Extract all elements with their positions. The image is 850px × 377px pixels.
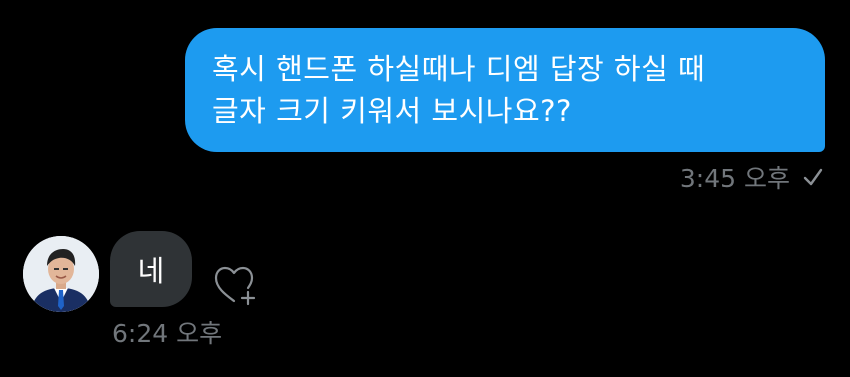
outgoing-message-meta: 3:45 오후 <box>680 160 824 194</box>
incoming-message-text: 네 <box>137 254 165 288</box>
incoming-message-meta: 6:24 오후 <box>112 315 222 349</box>
outgoing-message-bubble[interactable]: 혹시 핸드폰 하실때나 디엠 답장 하실 때 글자 크기 키워서 보시나요?? <box>185 28 825 152</box>
outgoing-message-line-1: 혹시 핸드폰 하실때나 디엠 답장 하실 때 <box>212 52 706 86</box>
conversation: 혹시 핸드폰 하실때나 디엠 답장 하실 때 글자 크기 키워서 보시나요?? … <box>0 0 850 377</box>
incoming-message-bubble[interactable]: 네 <box>110 231 192 307</box>
outgoing-timestamp: 3:45 오후 <box>679 164 790 193</box>
outgoing-message-line-2: 글자 크기 키워서 보시나요?? <box>212 94 572 128</box>
check-icon <box>803 168 823 186</box>
avatar-image <box>23 236 99 312</box>
heart-add-icon[interactable] <box>212 264 262 306</box>
avatar[interactable] <box>23 236 99 312</box>
incoming-timestamp: 6:24 오후 <box>112 319 223 348</box>
